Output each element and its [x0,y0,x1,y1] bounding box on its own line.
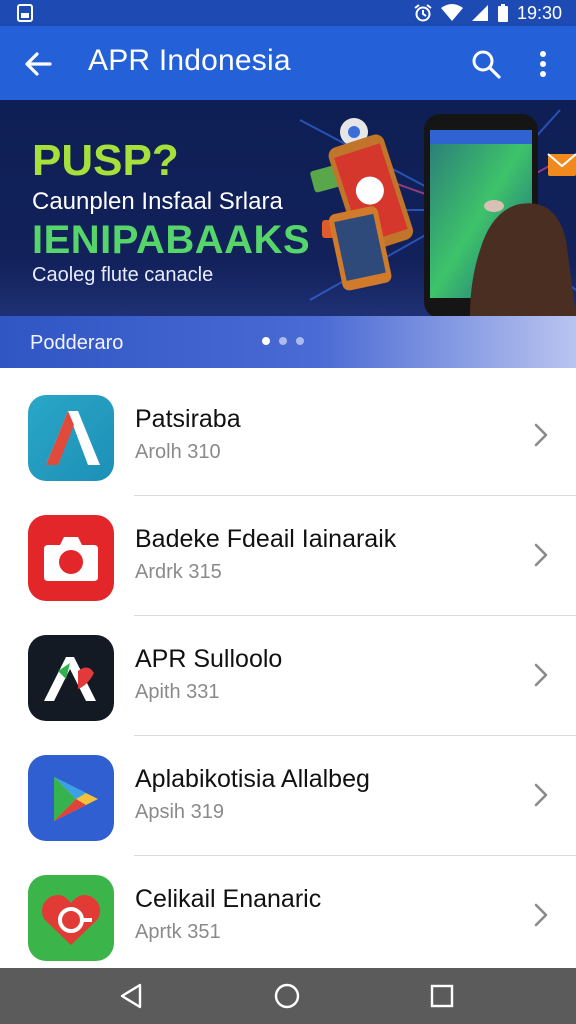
more-vertical-icon[interactable] [534,48,552,80]
banner-footer: Podderaro [0,316,576,368]
chevron-right-icon [534,663,548,687]
letter-a-dark-icon [28,635,114,721]
home-circle-icon[interactable] [273,982,301,1010]
app-meta: Apith 331 [135,681,220,703]
list-item[interactable]: Celikail Enanaric Aprtk 351 [0,855,576,975]
recents-square-icon[interactable] [428,982,456,1010]
camera-red-icon [28,515,114,601]
app-name: Patsiraba [135,405,241,433]
carousel-dot[interactable] [279,337,287,345]
banner-headline: IENIPABAAKS [32,218,311,262]
chevron-right-icon [534,543,548,567]
app-name: Celikail Enanaric [135,885,322,913]
banner-tagline: Caoleg flute canacle [32,264,214,286]
letter-a-teal-icon [28,395,114,481]
wifi-icon [440,4,463,21]
carousel-indicator [262,337,304,345]
banner-heading: PUSP? [32,136,179,185]
app-name: Aplabikotisia Allalbeg [135,765,370,793]
banner-subtitle: Caunplen Insfaal Srlara [32,188,283,215]
app-name: Badeke Fdeail Iainaraik [135,525,397,553]
sim-card-icon [17,4,33,22]
chevron-right-icon [534,903,548,927]
play-triangle-blue-icon [28,755,114,841]
list-item[interactable]: Aplabikotisia Allalbeg Apsih 319 [0,735,576,855]
back-triangle-icon[interactable] [118,982,146,1010]
app-list: Patsiraba Arolh 310 Badeke Fdeail Iainar… [0,375,576,975]
status-time: 19:30 [516,2,562,23]
list-item[interactable]: APR Sulloolo Apith 331 [0,615,576,735]
heart-green-icon [28,875,114,961]
chevron-right-icon [534,783,548,807]
list-item[interactable]: Patsiraba Arolh 310 [0,375,576,495]
search-icon[interactable] [470,48,502,80]
page-title: APR Indonesia [88,44,291,77]
arrow-back-icon[interactable] [22,48,54,80]
carousel-dot[interactable] [262,337,270,345]
app-meta: Apsih 319 [135,801,224,823]
app-meta: Ardrk 315 [135,561,222,583]
list-item[interactable]: Badeke Fdeail Iainaraik Ardrk 315 [0,495,576,615]
system-nav-bar [0,968,576,1024]
signal-icon [471,5,488,21]
app-meta: Arolh 310 [135,441,221,463]
status-bar: 19:30 [0,0,576,26]
battery-icon [497,4,508,22]
app-meta: Aprtk 351 [135,921,221,943]
promo-banner[interactable]: PUSP? Caunplen Insfaal Srlara IENIPABAAK… [0,100,576,368]
alarm-icon [414,4,432,22]
app-bar: APR Indonesia [0,26,576,100]
app-name: APR Sulloolo [135,645,283,673]
banner-caption: Podderaro [30,332,124,354]
status-icons: 19:30 [413,3,562,23]
chevron-right-icon [534,423,548,447]
carousel-dot[interactable] [296,337,304,345]
